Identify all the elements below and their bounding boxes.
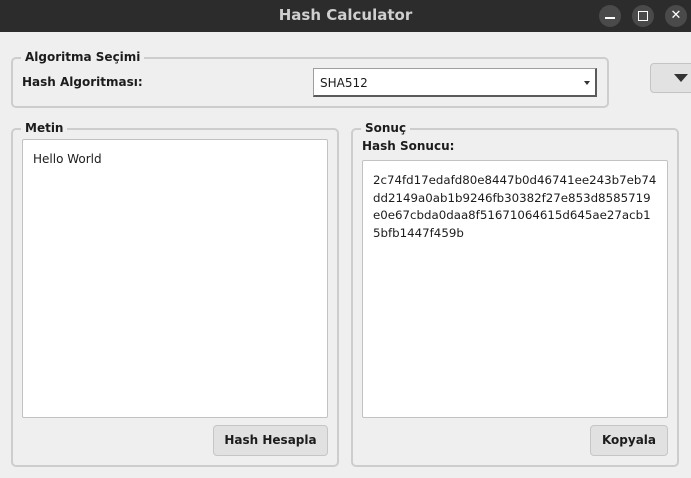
window-title: Hash Calculator	[278, 6, 413, 24]
title-bar: Hash Calculator ✕	[0, 0, 691, 32]
close-icon: ✕	[670, 8, 682, 23]
hash-result-area[interactable]: 2c74fd17edafd80e8447b0d46741ee243b7eb74d…	[362, 160, 668, 418]
result-group-title: Sonuç	[361, 121, 411, 135]
dropdown-toggle-button[interactable]	[650, 63, 691, 93]
minimize-icon	[605, 17, 615, 19]
algorithm-select[interactable]: SHA512	[313, 68, 597, 97]
algorithm-select-value: SHA512	[320, 76, 368, 90]
minimize-button[interactable]	[599, 5, 621, 27]
triangle-down-icon	[674, 74, 688, 82]
close-button[interactable]: ✕	[665, 5, 687, 27]
hash-result-label: Hash Sonucu:	[362, 139, 455, 153]
hash-calculate-button[interactable]: Hash Hesapla	[213, 425, 328, 456]
hash-result-value: 2c74fd17edafd80e8447b0d46741ee243b7eb74d…	[373, 173, 657, 240]
copy-button[interactable]: Kopyala	[590, 425, 668, 456]
algorithm-group-title: Algoritma Seçimi	[21, 50, 145, 64]
chevron-down-icon	[584, 81, 590, 85]
input-group-title: Metin	[21, 121, 68, 135]
maximize-button[interactable]	[632, 5, 654, 27]
input-text-area[interactable]: Hello World	[22, 139, 328, 418]
maximize-icon	[638, 11, 648, 21]
input-text-value: Hello World	[33, 152, 102, 166]
hash-algorithm-label: Hash Algoritması:	[22, 75, 143, 89]
